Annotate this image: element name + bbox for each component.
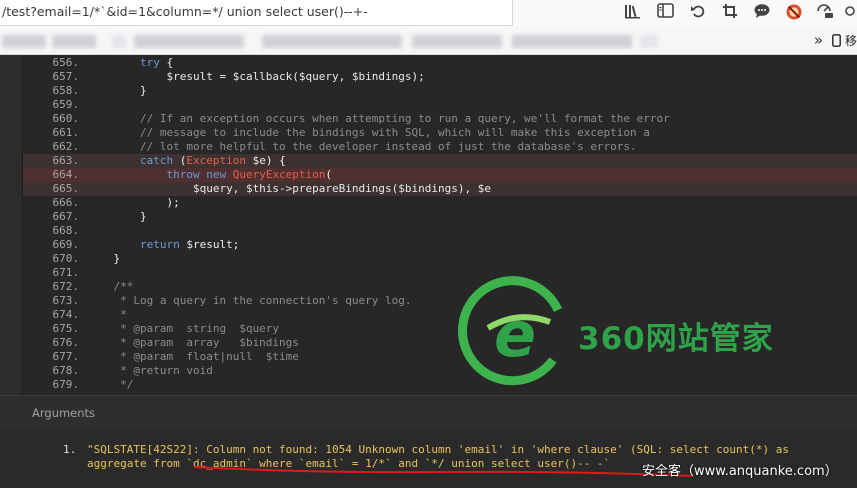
code-line: 659. — [23, 98, 857, 112]
mobile-icon — [832, 34, 842, 47]
code-text: * @param string $query — [87, 322, 280, 335]
blurred-bookmark[interactable] — [640, 35, 658, 48]
line-number: 669. — [52, 238, 80, 251]
code-text: catch (Exception $e) { — [87, 154, 286, 167]
line-number: 657. — [52, 70, 80, 83]
code-text: // If an exception occurs when attemptin… — [87, 112, 670, 125]
code-line: 667. } — [23, 210, 857, 224]
library-icon[interactable] — [623, 3, 643, 23]
line-number: 659. — [52, 98, 80, 111]
code-line: 656. try { — [23, 56, 857, 70]
line-number: 662. — [52, 140, 80, 153]
crop-icon[interactable] — [720, 3, 740, 23]
arguments-header: Arguments — [0, 395, 857, 429]
line-number: 675. — [52, 322, 80, 335]
code-text: ); — [87, 196, 180, 209]
blurred-bookmark[interactable] — [134, 35, 244, 48]
code-text: } — [87, 84, 147, 97]
code-text: */ — [87, 378, 134, 391]
line-number: 667. — [52, 210, 80, 223]
line-number: 668. — [52, 224, 80, 237]
code-text: return $result; — [87, 238, 240, 251]
sidebar-icon[interactable] — [655, 3, 675, 23]
blurred-bookmark[interactable] — [52, 35, 96, 48]
code-line-highlighted: 665. $query, $this->prepareBindings($bin… — [23, 182, 857, 196]
argument-line-1: "SQLSTATE[42S22]: Column not found: 1054… — [87, 443, 789, 456]
code-text: throw new QueryException( — [87, 168, 333, 181]
code-text: * Log a query in the connection's query … — [87, 294, 412, 307]
address-bar[interactable]: /test?email=1/*`&id=1&column=*/ union se… — [0, 0, 513, 26]
mobile-bookmarks[interactable]: 移 — [832, 32, 857, 49]
code-line: 658. } — [23, 84, 857, 98]
line-number: 676. — [52, 336, 80, 349]
mobile-bookmarks-label: 移 — [844, 34, 857, 48]
line-number: 665. — [52, 182, 80, 195]
code-text: $query, $this->prepareBindings($bindings… — [87, 182, 491, 195]
code-line: 670. } — [23, 252, 857, 266]
line-number: 661. — [52, 126, 80, 139]
line-number: 674. — [52, 308, 80, 321]
watermark-text: 360网站管家 — [578, 321, 774, 357]
red-underline-annotation — [193, 466, 693, 477]
argument-number: 1. — [63, 443, 77, 456]
line-number: 663. — [52, 154, 80, 167]
line-number: 660. — [52, 112, 80, 125]
code-text: /** — [87, 280, 134, 293]
code-text: } — [87, 210, 147, 223]
blurred-bookmark[interactable] — [2, 35, 46, 48]
bookmarks-overflow-button[interactable]: » — [814, 31, 823, 49]
line-number: 658. — [52, 84, 80, 97]
line-number: 670. — [52, 252, 80, 265]
line-number: 673. — [52, 294, 80, 307]
wallet-icon[interactable] — [815, 3, 835, 23]
watermark-e-icon: e — [458, 276, 563, 386]
code-line: 669. return $result; — [23, 238, 857, 252]
svg-text:e: e — [494, 298, 536, 371]
more-icon[interactable] — [842, 3, 857, 23]
line-number: 656. — [52, 56, 80, 69]
code-line: 666. ); — [23, 196, 857, 210]
bookmarks-bar: » 移 — [0, 27, 857, 55]
code-text: $result = $callback($query, $bindings); — [87, 70, 425, 83]
code-line-error: 664. throw new QueryException( — [23, 168, 857, 182]
code-text: * @return void — [87, 364, 213, 377]
code-text: * — [87, 308, 127, 321]
line-number: 666. — [52, 196, 80, 209]
code-line: 657. $result = $callback($query, $bindin… — [23, 70, 857, 84]
code-line: 668. — [23, 224, 857, 238]
block-icon[interactable] — [784, 3, 804, 23]
blurred-bookmark[interactable] — [412, 35, 502, 48]
blurred-bookmark[interactable] — [512, 35, 632, 48]
code-text: * @param array $bindings — [87, 336, 299, 349]
code-line-highlighted: 663. catch (Exception $e) { — [23, 154, 857, 168]
address-bar-url[interactable]: /test?email=1/*`&id=1&column=*/ union se… — [2, 4, 368, 19]
code-text: // lot more helpful to the developer ins… — [87, 140, 637, 153]
code-text: try { — [87, 56, 174, 69]
arguments-list: 1. "SQLSTATE[42S22]: Column not found: 1… — [0, 429, 857, 488]
code-text: * @param float|null $time — [87, 350, 299, 363]
chat-icon[interactable] — [752, 3, 772, 23]
code-line: 660. // If an exception occurs when atte… — [23, 112, 857, 126]
line-number: 672. — [52, 280, 80, 293]
undo-icon[interactable] — [688, 3, 708, 23]
blurred-bookmark[interactable] — [262, 35, 402, 48]
line-number: 664. — [52, 168, 80, 181]
code-line: 661. // message to include the bindings … — [23, 126, 857, 140]
code-text: // message to include the bindings with … — [87, 126, 650, 139]
line-number: 679. — [52, 378, 80, 391]
line-number: 677. — [52, 350, 80, 363]
code-line: 662. // lot more helpful to the develope… — [23, 140, 857, 154]
browser-toolbar: /test?email=1/*`&id=1&column=*/ union se… — [0, 0, 857, 27]
blurred-bookmark[interactable] — [112, 35, 126, 48]
arguments-title: Arguments — [32, 406, 96, 420]
line-number: 671. — [52, 266, 80, 279]
source-credit: 安全客（www.anquanke.com） — [642, 464, 838, 479]
code-text: } — [87, 252, 121, 265]
line-number: 678. — [52, 364, 80, 377]
